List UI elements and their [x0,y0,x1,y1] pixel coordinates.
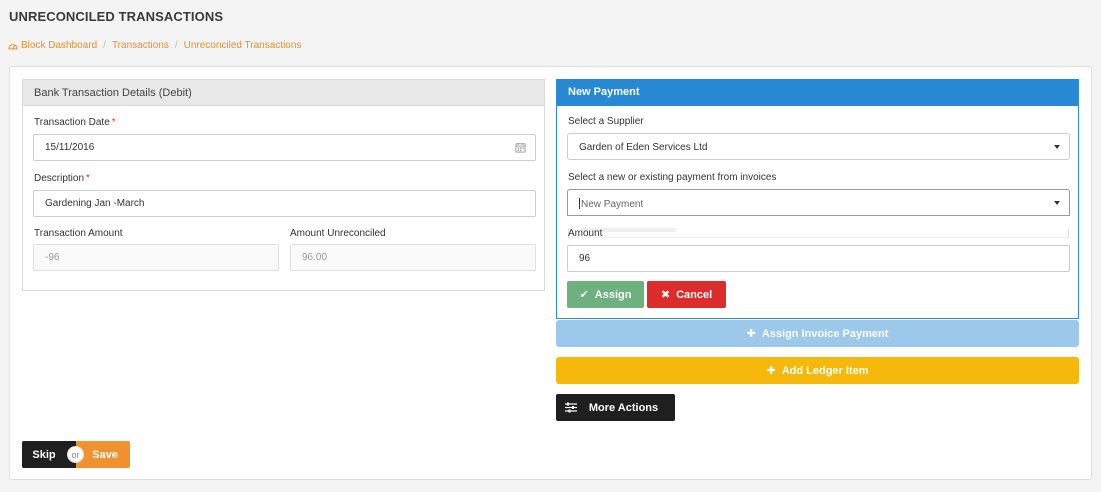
page-title: UNRECONCILED TRANSACTIONS [9,9,224,24]
plus-icon: ✚ [746,328,756,340]
supplier-select[interactable]: Garden of Eden Services Ltd [567,133,1070,160]
assign-invoice-payment-button[interactable]: ✚ Assign Invoice Payment [556,320,1079,347]
more-actions-button[interactable]: More Actions [556,394,675,421]
amount-unreconciled-label: Amount Unreconciled [290,228,386,239]
sliders-icon [565,402,577,413]
breadcrumb-separator: / [174,40,178,51]
new-payment-panel: New Payment Select a Supplier Garden of … [556,79,1079,319]
calendar-icon[interactable] [515,142,526,153]
breadcrumb-transactions[interactable]: Transactions [112,40,169,51]
text-cursor [579,198,580,209]
close-icon: ✖ [660,289,671,301]
assign-button[interactable]: ✔ Assign [567,281,644,308]
payment-dropdown-list [568,228,1069,238]
amount-input[interactable]: 96 [567,245,1070,272]
required-marker: * [86,173,90,184]
chevron-down-icon [1054,145,1060,149]
breadcrumb-block-dashboard[interactable]: Block Dashboard [21,40,97,51]
supplier-label: Select a Supplier [568,116,644,127]
bank-transaction-header: Bank Transaction Details (Debit) [23,80,544,106]
required-marker: * [111,117,116,128]
check-icon: ✔ [579,289,589,301]
transaction-date-input[interactable]: 15/11/2016 [33,134,536,161]
description-input[interactable]: Gardening Jan -March [33,190,536,217]
save-button[interactable]: Save [76,441,130,468]
payment-select-label: Select a new or existing payment from in… [568,172,777,183]
plus-icon: ✚ [766,365,776,377]
or-separator: or [67,446,84,463]
amount-label: Amount [568,228,603,239]
cancel-button[interactable]: ✖ Cancel [647,281,726,308]
amount-unreconciled-input: 96.00 [290,244,536,271]
description-label: Description * [34,173,90,184]
dashboard-icon [8,44,18,50]
breadcrumb-separator: / [103,40,106,51]
transaction-date-label: Transaction Date * [34,117,116,128]
add-ledger-item-button[interactable]: ✚ Add Ledger Item [556,357,1079,384]
main-card: Bank Transaction Details (Debit) Transac… [9,66,1092,480]
bank-transaction-panel: Bank Transaction Details (Debit) Transac… [22,79,545,291]
payment-select[interactable]: New Payment [567,189,1070,216]
new-payment-header: New Payment [557,79,1078,106]
skip-save-group: Skip or Save [22,441,130,468]
transaction-amount-input: -96 [33,244,279,271]
breadcrumb: Block Dashboard / Transactions / Unrecon… [8,40,301,51]
breadcrumb-current: Unreconciled Transactions [183,40,302,51]
chevron-down-icon [1054,201,1060,205]
transaction-amount-label: Transaction Amount [34,228,123,239]
